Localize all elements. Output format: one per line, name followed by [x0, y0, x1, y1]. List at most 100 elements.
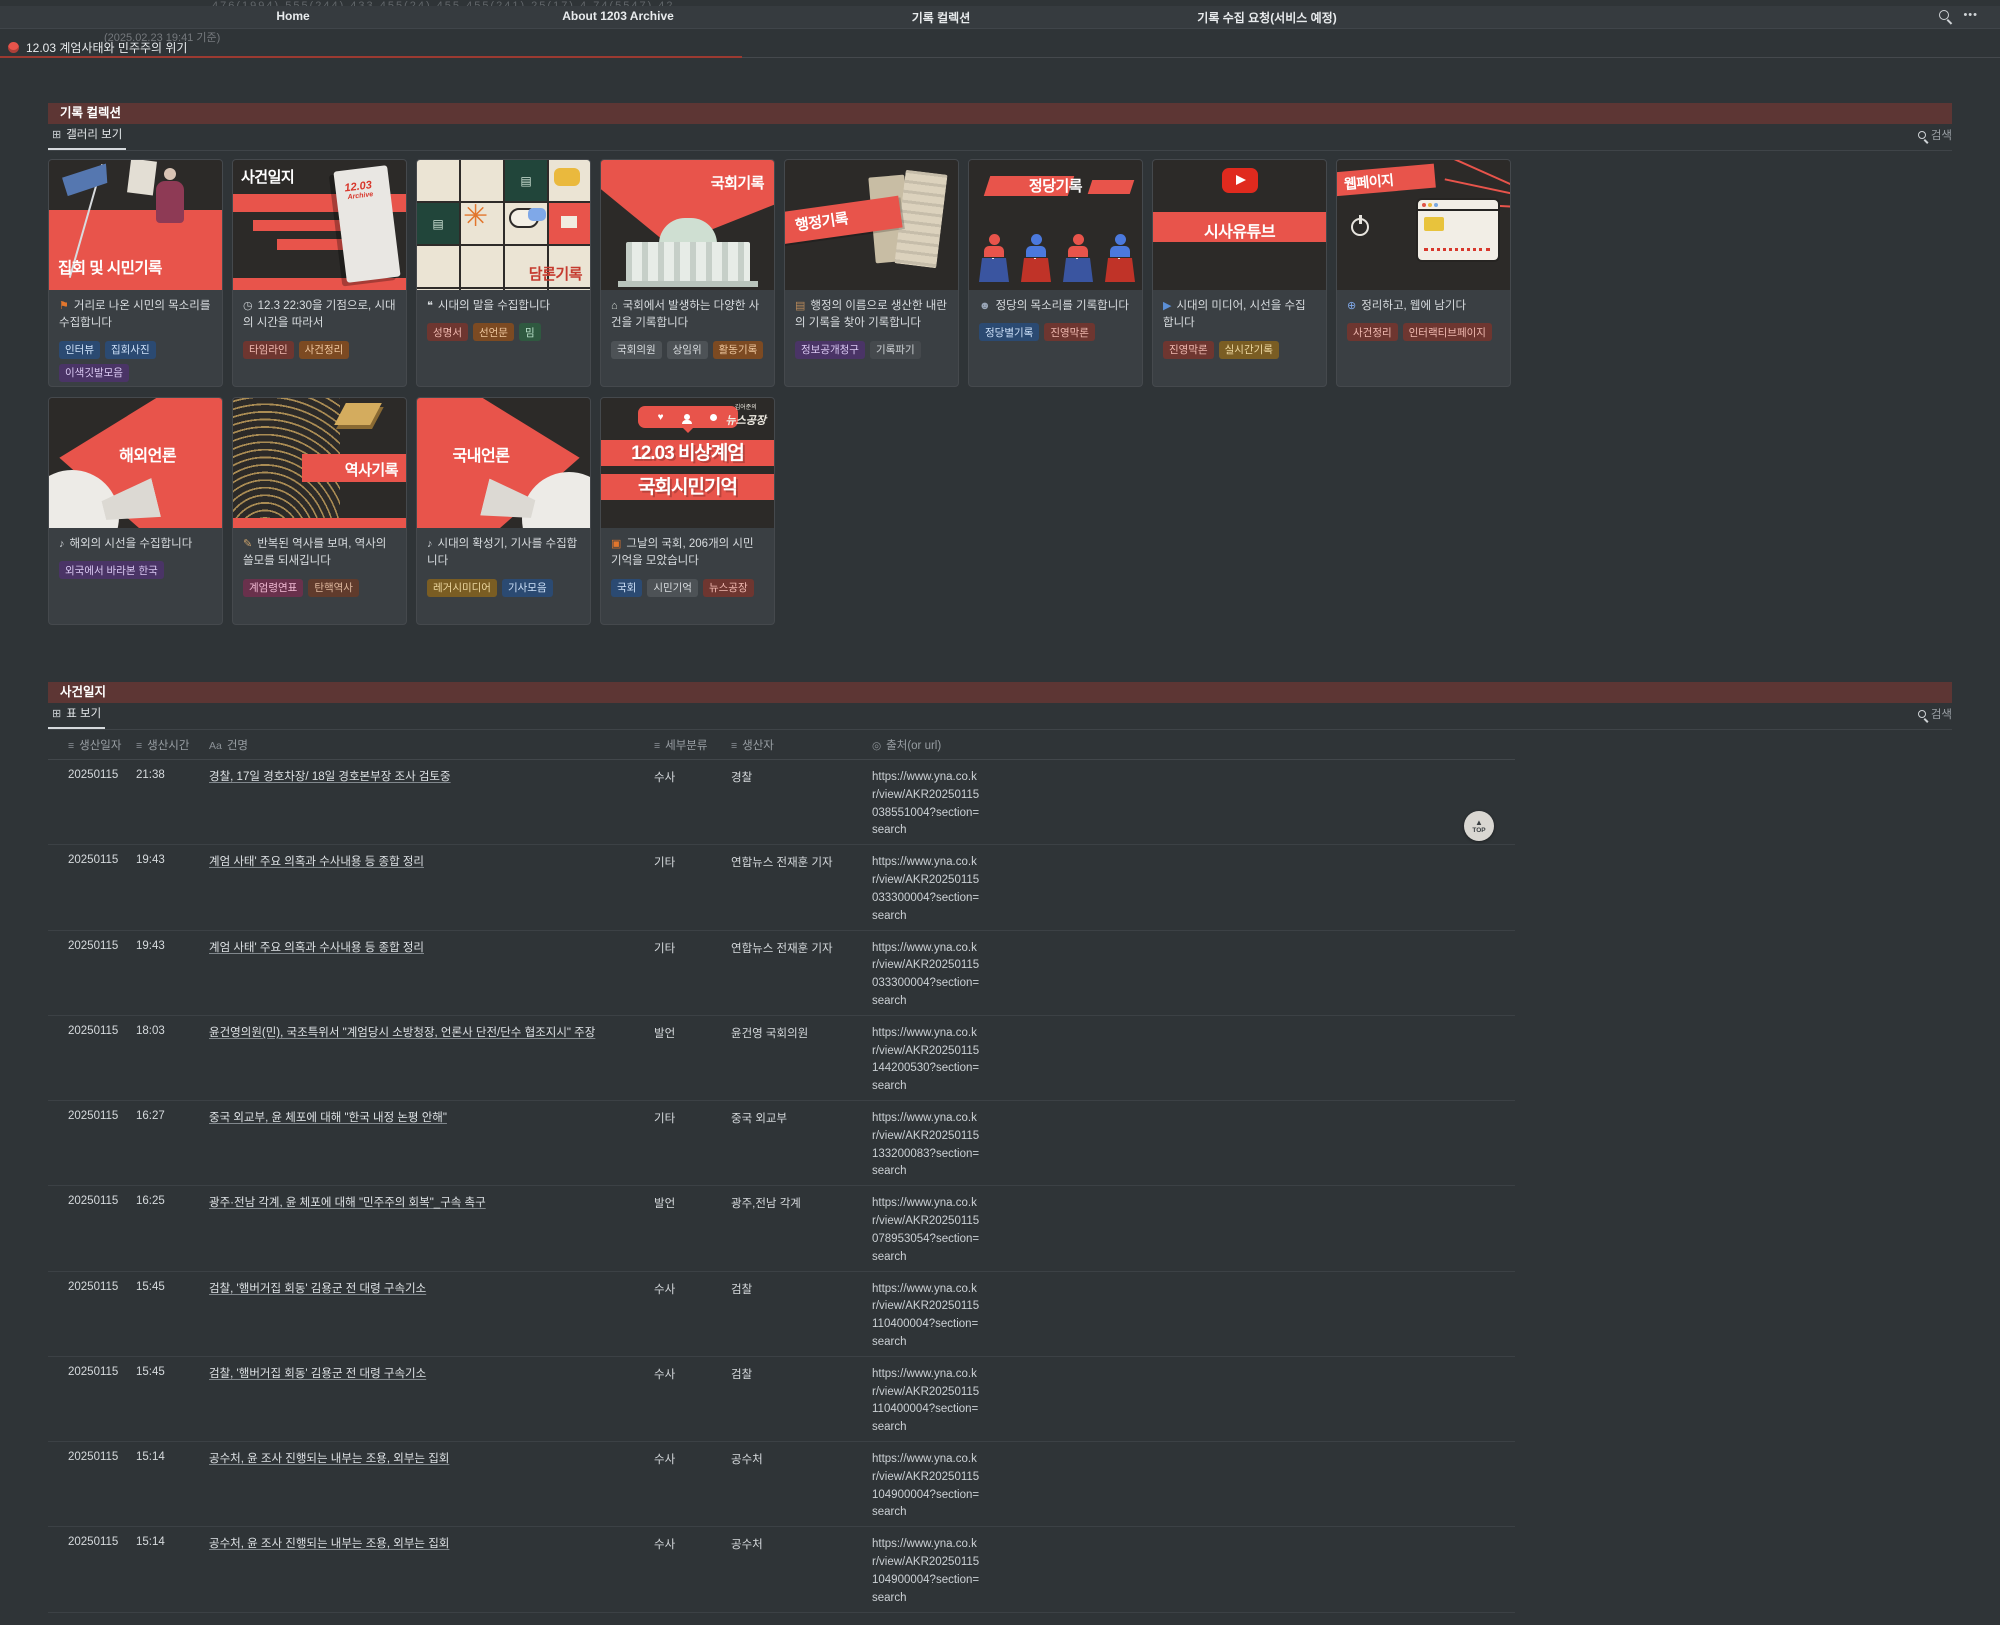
list-icon: ≡ [68, 740, 74, 752]
cell-category: 수사 [654, 1536, 731, 1552]
power-icon [1351, 218, 1369, 236]
card-description: ⌂국회에서 발생하는 다양한 사건을 기록합니다 [611, 298, 764, 333]
source-url-link[interactable]: https://www.yna.co.kr/view/AKR2025011507… [872, 1195, 990, 1266]
source-url-link[interactable]: https://www.yna.co.kr/view/AKR2025011503… [872, 769, 990, 840]
cell-date: 20250115 [48, 1451, 136, 1463]
gallery-card-webpage[interactable]: 웹페이지 ⊕정리하고, 웹에 남기다 사건정리 인터랙티브페이지 [1336, 159, 1511, 387]
nav-item-request[interactable]: 기록 수집 요청(서비스 예정) [1197, 9, 1336, 26]
column-header-time[interactable]: ≡생산시간 [136, 737, 209, 753]
column-header-source[interactable]: ◎출처(or url) [872, 737, 990, 753]
column-header-producer[interactable]: ≡생산자 [731, 737, 872, 753]
tag: 사건정리 [299, 341, 350, 359]
podium-figure-icon [1103, 234, 1137, 282]
gallery-card-administration[interactable]: 행정기록 ▤행정의 이름으로 생산한 내란의 기록을 찾아 기록합니다 정보공개… [784, 159, 959, 387]
search-icon [1918, 710, 1926, 718]
event-title-link[interactable]: 광주·전남 각계, 윤 체포에 대해 "민주주의 회복"_구속 촉구 [209, 1197, 486, 1209]
cell-time: 19:43 [136, 940, 209, 952]
card-description: ✎반복된 역사를 보며, 역사의 쓸모를 되새깁니다 [243, 536, 396, 571]
source-url-link[interactable]: https://www.yna.co.kr/view/AKR2025011514… [872, 1025, 990, 1096]
section-title-events: 사건일지 [48, 682, 1952, 703]
gallery-card-assembly[interactable]: 국회기록 ⌂국회에서 발생하는 다양한 사건을 기록합니다 국회의원 상임위 활… [600, 159, 775, 387]
document-tab[interactable]: 12.03 계엄사태와 민주주의 위기 [8, 39, 187, 56]
book-illustration: 12.03 Archive [333, 165, 400, 283]
card-tags: 성명서 선언문 밈 [427, 323, 580, 341]
column-header-category[interactable]: ≡세부분류 [654, 737, 731, 753]
gallery-card-domestic-press[interactable]: 국내언론 ♪시대의 확성기, 기사를 수집합니다 레거시미디어 기사모음 [416, 397, 591, 625]
more-icon[interactable]: ••• [1963, 10, 1978, 20]
cell-date: 20250115 [48, 769, 136, 781]
event-title-link[interactable]: 공수처, 윤 조사 진행되는 내부는 조용, 외부는 집회 [209, 1453, 449, 1465]
card-tags: 진영막론 실시간기록 [1163, 341, 1316, 359]
source-url-link[interactable]: https://www.yna.co.kr/view/AKR2025011513… [872, 1110, 990, 1181]
cell-date: 20250115 [48, 854, 136, 866]
gallery-card-timeline[interactable]: 사건일지 12.03 Archive ◷12.3 22:30을 기점으로, 시대… [232, 159, 407, 387]
table-grid-icon: ⊞ [52, 707, 61, 720]
card-cover: ♥ 김어준의 뉴스공장 12.03 비상계엄 국회시민기억 [601, 398, 774, 528]
collections-search-button[interactable]: 검색 [1918, 127, 1952, 150]
cell-time: 18:03 [136, 1025, 209, 1037]
gallery-card-youtube[interactable]: 시사유튜브 ▶시대의 미디어, 시선을 수집합니다 진영막론 실시간기록 [1152, 159, 1327, 387]
tag: 상임위 [667, 341, 708, 359]
event-title-link[interactable]: 중국 외교부, 윤 체포에 대해 "한국 내정 논평 안해" [209, 1112, 447, 1124]
nav-item-home[interactable]: Home [276, 9, 309, 23]
card-cover-title: 역사기록 [345, 459, 398, 480]
collections-gallery: 집회 및 시민기록 ⚑거리로 나온 시민의 목소리를 수집합니다 인터뷰 집회사… [48, 159, 1952, 625]
source-url-link[interactable]: https://www.yna.co.kr/view/AKR2025011510… [872, 1451, 990, 1522]
cell-time: 15:14 [136, 1536, 209, 1548]
nav-item-collections[interactable]: 기록 컬렉션 [912, 9, 971, 26]
event-title-link[interactable]: 계엄 사태' 주요 의혹과 수사내용 등 종합 정리 [209, 942, 424, 954]
flag-icon [61, 163, 111, 196]
browser-window-icon [1416, 198, 1500, 262]
tag: 진영막론 [1044, 323, 1095, 341]
card-tags: 외국에서 바라본 한국 [59, 561, 212, 579]
column-header-date[interactable]: ≡생산일자 [48, 737, 136, 753]
events-search-button[interactable]: 검색 [1918, 706, 1952, 729]
cell-date: 20250115 [48, 940, 136, 952]
load-more-button[interactable]: ↓ Load more [48, 1613, 1952, 1625]
tag: 기사모음 [502, 579, 553, 597]
starburst-icon [463, 202, 488, 232]
card-description: ▣그날의 국회, 206개의 시민기억을 모았습니다 [611, 536, 764, 571]
card-description: ❝시대의 말을 수집합니다 [427, 298, 580, 315]
source-url-link[interactable]: https://www.yna.co.kr/view/AKR2025011503… [872, 940, 990, 1011]
source-url-link[interactable]: https://www.yna.co.kr/view/AKR2025011510… [872, 1536, 990, 1607]
cell-date: 20250115 [48, 1110, 136, 1122]
search-icon[interactable] [1939, 10, 1949, 20]
gallery-card-protest[interactable]: 집회 및 시민기록 ⚑거리로 나온 시민의 목소리를 수집합니다 인터뷰 집회사… [48, 159, 223, 387]
tag: 진영막론 [1163, 341, 1214, 359]
cell-time: 16:25 [136, 1195, 209, 1207]
tab-gallery-view[interactable]: ⊞ 갤러리 보기 [48, 126, 126, 150]
building-icon: ⌂ [611, 300, 618, 312]
section-title-collections: 기록 컬렉션 [48, 103, 1952, 124]
scroll-to-top-button[interactable]: ▲ TOP [1464, 811, 1494, 841]
podium-figure-icon [1061, 234, 1095, 282]
event-title-link[interactable]: 경찰, 17일 경호차장/ 18일 경호본부장 조사 검토중 [209, 771, 451, 783]
tag: 성명서 [427, 323, 468, 341]
source-url-link[interactable]: https://www.yna.co.kr/view/AKR2025011511… [872, 1281, 990, 1352]
event-title-link[interactable]: 검찰, '햄버거집 회동' 김용군 전 대령 구속기소 [209, 1283, 426, 1295]
nav-item-about[interactable]: About 1203 Archive [562, 9, 674, 23]
source-url-link[interactable]: https://www.yna.co.kr/view/AKR2025011503… [872, 854, 990, 925]
event-title-link[interactable]: 윤건영의원(민), 국조특위서 "계엄당시 소방청장, 언론사 단전/단수 협조… [209, 1027, 595, 1039]
card-cover: 행정기록 [785, 160, 958, 290]
chat-bubble-icon [554, 168, 580, 186]
gallery-card-history[interactable]: 역사기록 ✎반복된 역사를 보며, 역사의 쓸모를 되새깁니다 계엄령연표 탄핵… [232, 397, 407, 625]
gallery-card-foreign-press[interactable]: 해외언론 ♪해외의 시선을 수집합니다 외국에서 바라본 한국 [48, 397, 223, 625]
placard-icon: ⚑ [59, 300, 69, 312]
gallery-card-party[interactable]: 정당기록 ☻정당의 목소리를 기록합니다 정당별기록 진영막론 [968, 159, 1143, 387]
tag: 밈 [519, 323, 541, 341]
gallery-card-discourse[interactable]: 담론기록 ❝시대의 말을 수집합니다 성명서 선언문 밈 [416, 159, 591, 387]
event-title-link[interactable]: 검찰, '햄버거집 회동' 김용군 전 대령 구속기소 [209, 1368, 426, 1380]
event-title-link[interactable]: 공수처, 윤 조사 진행되는 내부는 조용, 외부는 집회 [209, 1538, 449, 1550]
source-url-link[interactable]: https://www.yna.co.kr/view/AKR2025011511… [872, 1366, 990, 1437]
event-title-link[interactable]: 계엄 사태' 주요 의혹과 수사내용 등 종합 정리 [209, 856, 424, 868]
tab-table-view[interactable]: ⊞ 표 보기 [48, 705, 105, 729]
gallery-card-citizen-memory[interactable]: ♥ 김어준의 뉴스공장 12.03 비상계엄 국회시민기억 ▣그날의 국회, 2… [600, 397, 775, 625]
card-description: ⚑거리로 나온 시민의 목소리를 수집합니다 [59, 298, 212, 333]
table-row: 20250115 19:43 계엄 사태' 주요 의혹과 수사내용 등 종합 정… [48, 845, 1515, 930]
cell-time: 15:14 [136, 1451, 209, 1463]
cell-producer: 경찰 [731, 769, 872, 785]
cell-producer: 공수처 [731, 1536, 872, 1552]
column-header-title[interactable]: Aa건명 [209, 737, 654, 753]
card-cover: 국내언론 [417, 398, 590, 528]
